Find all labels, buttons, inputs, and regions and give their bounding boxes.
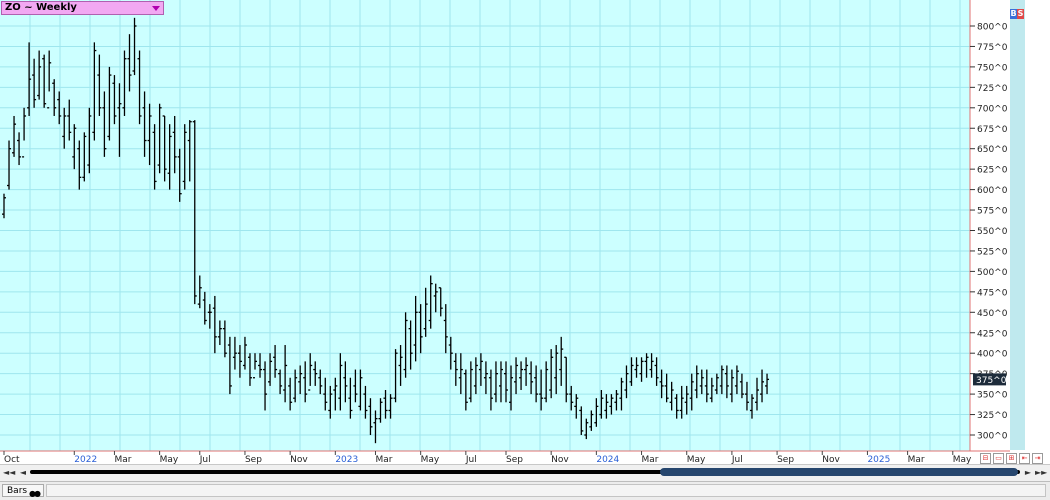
scroll-first-icon[interactable]: ◄◄	[3, 467, 15, 479]
time-scrollbar[interactable]: ◄◄ ◄ ► ►►	[0, 464, 1050, 481]
scroll-last-icon[interactable]: ►►	[1035, 467, 1047, 479]
y-tick-label: 650^0	[977, 145, 1008, 155]
y-tick-label: 800^0	[977, 23, 1008, 33]
y-tick-label: 450^0	[977, 309, 1008, 319]
plot-area	[0, 0, 970, 451]
zoom-out-icon[interactable]: ⊟	[980, 453, 991, 464]
scroll-end-icon[interactable]: ⇥	[1032, 453, 1043, 464]
y-tick-label: 575^0	[977, 207, 1008, 217]
last-price-label: 375^0	[976, 376, 1007, 386]
buy-sell-icon[interactable]: B S	[1010, 9, 1024, 19]
right-margin-strip	[1010, 0, 1025, 450]
bars-tab-label: Bars	[7, 486, 28, 496]
bars-tab[interactable]: Bars ●●	[2, 484, 44, 498]
y-tick-label: 550^0	[977, 227, 1008, 237]
y-tick-label: 725^0	[977, 84, 1008, 94]
scroll-thumb[interactable]	[660, 468, 1018, 476]
y-tick-label: 600^0	[977, 186, 1008, 196]
y-tick-label: 750^0	[977, 63, 1008, 73]
scroll-right-icon[interactable]: ►	[1022, 467, 1034, 479]
last-price-badge: 375^0	[973, 373, 1007, 386]
scroll-left-icon[interactable]: ◄	[17, 467, 29, 479]
tab-strip	[46, 484, 1046, 497]
y-tick-label: 700^0	[977, 104, 1008, 114]
buy-signal-label: B	[1010, 9, 1017, 19]
y-tick-label: 525^0	[977, 247, 1008, 257]
y-tick-label: 625^0	[977, 166, 1008, 176]
chevron-down-icon[interactable]	[152, 6, 160, 11]
y-tick-label: 675^0	[977, 125, 1008, 135]
price-chart[interactable]: 800^0 775^0 750^0 725^0 700^0 675^0 650^0 625^0…	[0, 0, 1050, 499]
y-tick-label: 500^0	[977, 268, 1008, 278]
bottom-tab-bar: Bars ●●	[0, 481, 1050, 500]
y-tick-label: 350^0	[977, 391, 1008, 401]
bars-style-icon: ●●	[29, 489, 41, 498]
scroll-start-icon[interactable]: ⇤	[1019, 453, 1030, 464]
chart-frame: 800^0 775^0 750^0 725^0 700^0 675^0 650^0 625^0…	[0, 0, 1050, 500]
symbol-selector[interactable]: ZO ~ Weekly	[1, 1, 164, 15]
y-tick-label: 325^0	[977, 411, 1008, 421]
symbol-label: ZO ~ Weekly	[5, 2, 77, 13]
zoom-fit-icon[interactable]: ▭	[993, 453, 1004, 464]
y-tick-label: 300^0	[977, 432, 1008, 442]
y-tick-label: 475^0	[977, 288, 1008, 298]
time-axis: Oct 2022 Mar May Jul Sep Nov 2023 Mar May Jul Sep No…	[3, 451, 972, 465]
zoom-in-icon[interactable]: ⊞	[1006, 453, 1017, 464]
y-tick-label: 425^0	[977, 329, 1008, 339]
y-tick-label: 400^0	[977, 350, 1008, 360]
sell-signal-label: S	[1017, 9, 1024, 19]
chart-nav-icons: ⊟ ▭ ⊞ ⇤ ⇥	[980, 453, 1045, 464]
y-tick-label: 775^0	[977, 43, 1008, 53]
